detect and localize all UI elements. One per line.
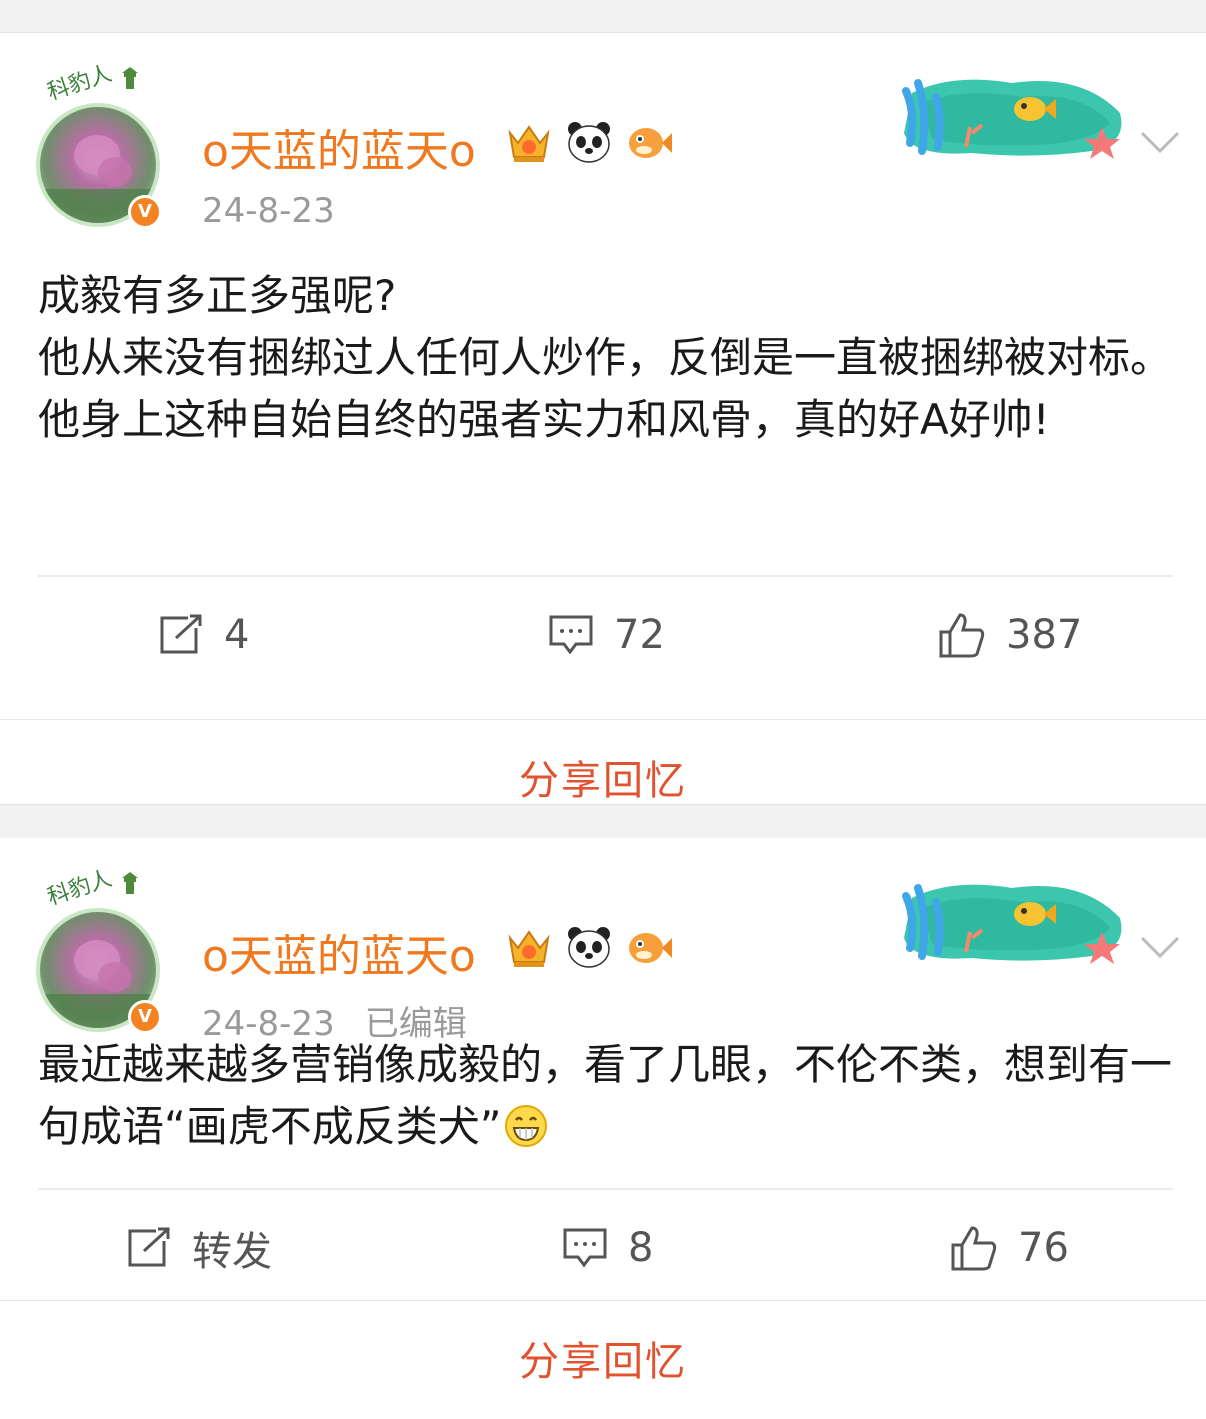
share-memory-button[interactable]: 分享回忆 <box>0 1329 1206 1387</box>
like-count: 387 <box>1006 612 1083 658</box>
repost-count: 4 <box>224 612 250 658</box>
avatar-container[interactable]: 科豹人 V <box>36 61 166 237</box>
avatar-frame-label: 科豹人 <box>44 866 116 911</box>
repost-label: 转发 <box>192 1229 272 1275</box>
comment-button[interactable]: 8 <box>562 1198 653 1298</box>
post-content: 最近越来越多营销像成毅的，看了几眼，不伦不类，想到有一句成语“画虎不成反类犬” <box>38 1034 1173 1158</box>
action-bar: 4 72 387 <box>0 585 1206 685</box>
ocean-decoration-icon <box>902 884 1122 964</box>
comment-count: 72 <box>614 612 665 658</box>
pagoda-icon <box>122 872 138 894</box>
comment-button[interactable]: 72 <box>548 585 665 685</box>
user-badges <box>504 922 674 972</box>
crown-badge-icon[interactable] <box>504 922 554 972</box>
divider <box>38 575 1173 577</box>
crown-badge-icon[interactable] <box>504 117 554 167</box>
username[interactable]: o天蓝的蓝天o <box>202 115 476 179</box>
like-count: 76 <box>1018 1225 1069 1271</box>
post-content: 成毅有多正多强呢? 他从来没有捆绑过人任何人炒作，反倒是一直被捆绑被对标。 他身… <box>38 271 1173 444</box>
post-date: 24-8-23 <box>202 191 335 231</box>
repost-button[interactable]: 转发 <box>126 1198 272 1298</box>
repost-icon <box>128 1227 170 1267</box>
comment-icon <box>563 1228 607 1268</box>
panda-icon[interactable] <box>564 117 614 167</box>
user-badges <box>504 117 674 167</box>
thumbs-up-icon <box>951 1226 997 1271</box>
share-memory-button[interactable]: 分享回忆 <box>0 748 1206 806</box>
chevron-down-icon[interactable] <box>1138 930 1182 964</box>
chevron-down-icon[interactable] <box>1138 125 1182 159</box>
repost-button[interactable]: 4 <box>158 585 249 685</box>
like-button[interactable]: 387 <box>938 585 1082 685</box>
ocean-decoration-icon <box>902 79 1122 159</box>
divider <box>38 1188 1173 1190</box>
repost-icon <box>160 614 202 654</box>
comment-count: 8 <box>628 1225 654 1271</box>
verified-icon: V <box>128 195 162 229</box>
post-meta: 24-8-23 <box>202 191 335 231</box>
share-memory-bar[interactable]: 分享回忆 <box>0 1300 1206 1419</box>
panda-icon[interactable] <box>564 922 614 972</box>
top-gap <box>0 0 1206 33</box>
post-content-text: 最近越来越多营销像成毅的，看了几眼，不伦不类，想到有一句成语“画虎不成反类犬” <box>38 1040 1173 1151</box>
pufferfish-icon[interactable] <box>624 117 674 167</box>
like-button[interactable]: 76 <box>950 1198 1069 1298</box>
pufferfish-icon[interactable] <box>624 922 674 972</box>
action-bar: 转发 8 76 <box>0 1198 1206 1298</box>
comment-icon <box>549 615 593 655</box>
pagoda-icon <box>122 67 138 89</box>
avatar-frame-label: 科豹人 <box>44 61 116 106</box>
post-card[interactable]: 科豹人 V o天蓝的蓝天o 24-8-23 成毅有多正多强呢? 他从来没有捆绑过… <box>0 33 1206 804</box>
thumbs-up-icon <box>939 613 985 658</box>
grin-emoji-icon <box>504 1104 547 1147</box>
post-gap <box>0 804 1206 840</box>
username[interactable]: o天蓝的蓝天o <box>202 920 476 984</box>
verified-icon: V <box>128 1000 162 1034</box>
avatar-container[interactable]: 科豹人 V <box>36 866 166 1042</box>
post-card[interactable]: 科豹人 V o天蓝的蓝天o 24-8-23 已编辑 最近越来越多营销像成毅的，看… <box>0 838 1206 1385</box>
